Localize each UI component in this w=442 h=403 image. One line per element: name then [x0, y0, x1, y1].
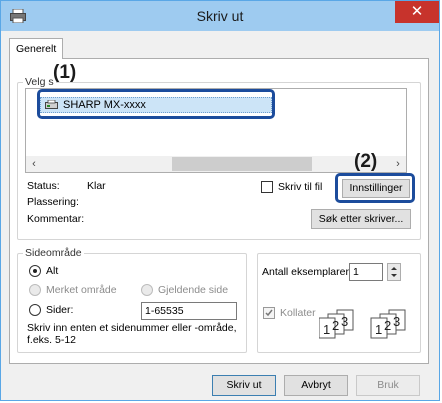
- collate-pages-icon: 1 2 3 1 2 3: [319, 309, 406, 339]
- collate-page-1b: 1: [375, 322, 382, 337]
- close-button[interactable]: ✕: [395, 1, 439, 23]
- range-pages-label: Sider:: [46, 304, 74, 316]
- comment-label: Kommentar:: [27, 213, 85, 225]
- copies-spinner[interactable]: [387, 263, 401, 281]
- checkmark-icon: [265, 309, 273, 317]
- window-title: Skriv ut: [196, 8, 244, 24]
- range-pages-radio[interactable]: [29, 304, 41, 316]
- print-button[interactable]: Skriv ut: [212, 375, 276, 396]
- pages-hint: Skriv inn enten et sidenummer eller -omr…: [27, 322, 237, 346]
- collate-page-3: 3: [341, 314, 348, 329]
- spin-up-icon[interactable]: [388, 264, 400, 272]
- printer-list-scrollbar[interactable]: ‹ ›: [26, 156, 406, 172]
- collate-page-2b: 2: [384, 318, 391, 333]
- close-icon: ✕: [410, 3, 424, 20]
- callout-1-label: (1): [53, 62, 77, 83]
- find-printer-button[interactable]: Søk etter skriver...: [311, 209, 411, 229]
- copies-count-input[interactable]: 1: [349, 263, 383, 281]
- status-label: Status:: [27, 180, 60, 192]
- print-dialog: Skriv ut ✕ Generelt Velg s (1) SHARP MX-…: [0, 0, 440, 401]
- collate-page-1: 1: [323, 322, 330, 337]
- callout-1-box: [37, 89, 275, 119]
- range-all-label: Alt: [46, 265, 59, 277]
- status-value: Klar: [87, 180, 106, 192]
- print-to-file-checkbox[interactable]: [261, 181, 273, 193]
- collate-page-2: 2: [332, 318, 339, 333]
- callout-2-box: [335, 173, 415, 203]
- range-selection-label: Merket område: [46, 284, 117, 296]
- range-all-radio-dot: [33, 269, 37, 273]
- callout-2-label: (2): [354, 151, 378, 172]
- select-printer-legend: Velg s: [23, 76, 56, 88]
- range-selection-radio[interactable]: [29, 284, 41, 296]
- range-all-radio[interactable]: [29, 265, 41, 277]
- apply-button[interactable]: Bruk: [356, 375, 420, 396]
- page-range-legend: Sideområde: [23, 247, 84, 259]
- range-current-page-radio[interactable]: [141, 284, 153, 296]
- pages-input[interactable]: 1-65535: [141, 302, 237, 320]
- cancel-button[interactable]: Avbryt: [284, 375, 348, 396]
- scroll-thumb[interactable]: [172, 157, 312, 171]
- tab-general[interactable]: Generelt: [9, 38, 64, 59]
- collate-checkbox[interactable]: [263, 307, 275, 319]
- print-to-file-label: Skriv til fil: [278, 181, 323, 193]
- scroll-left-icon[interactable]: ‹: [26, 156, 42, 172]
- collate-label: Kollater: [280, 307, 316, 319]
- location-label: Plassering:: [27, 196, 79, 208]
- scroll-right-icon[interactable]: ›: [390, 156, 406, 172]
- collate-page-3b: 3: [393, 314, 400, 329]
- spin-down-icon[interactable]: [388, 272, 400, 280]
- copies-count-label: Antall eksemplarer:: [262, 266, 352, 278]
- title-bar: Skriv ut ✕: [1, 1, 439, 31]
- range-current-page-label: Gjeldende side: [158, 284, 229, 296]
